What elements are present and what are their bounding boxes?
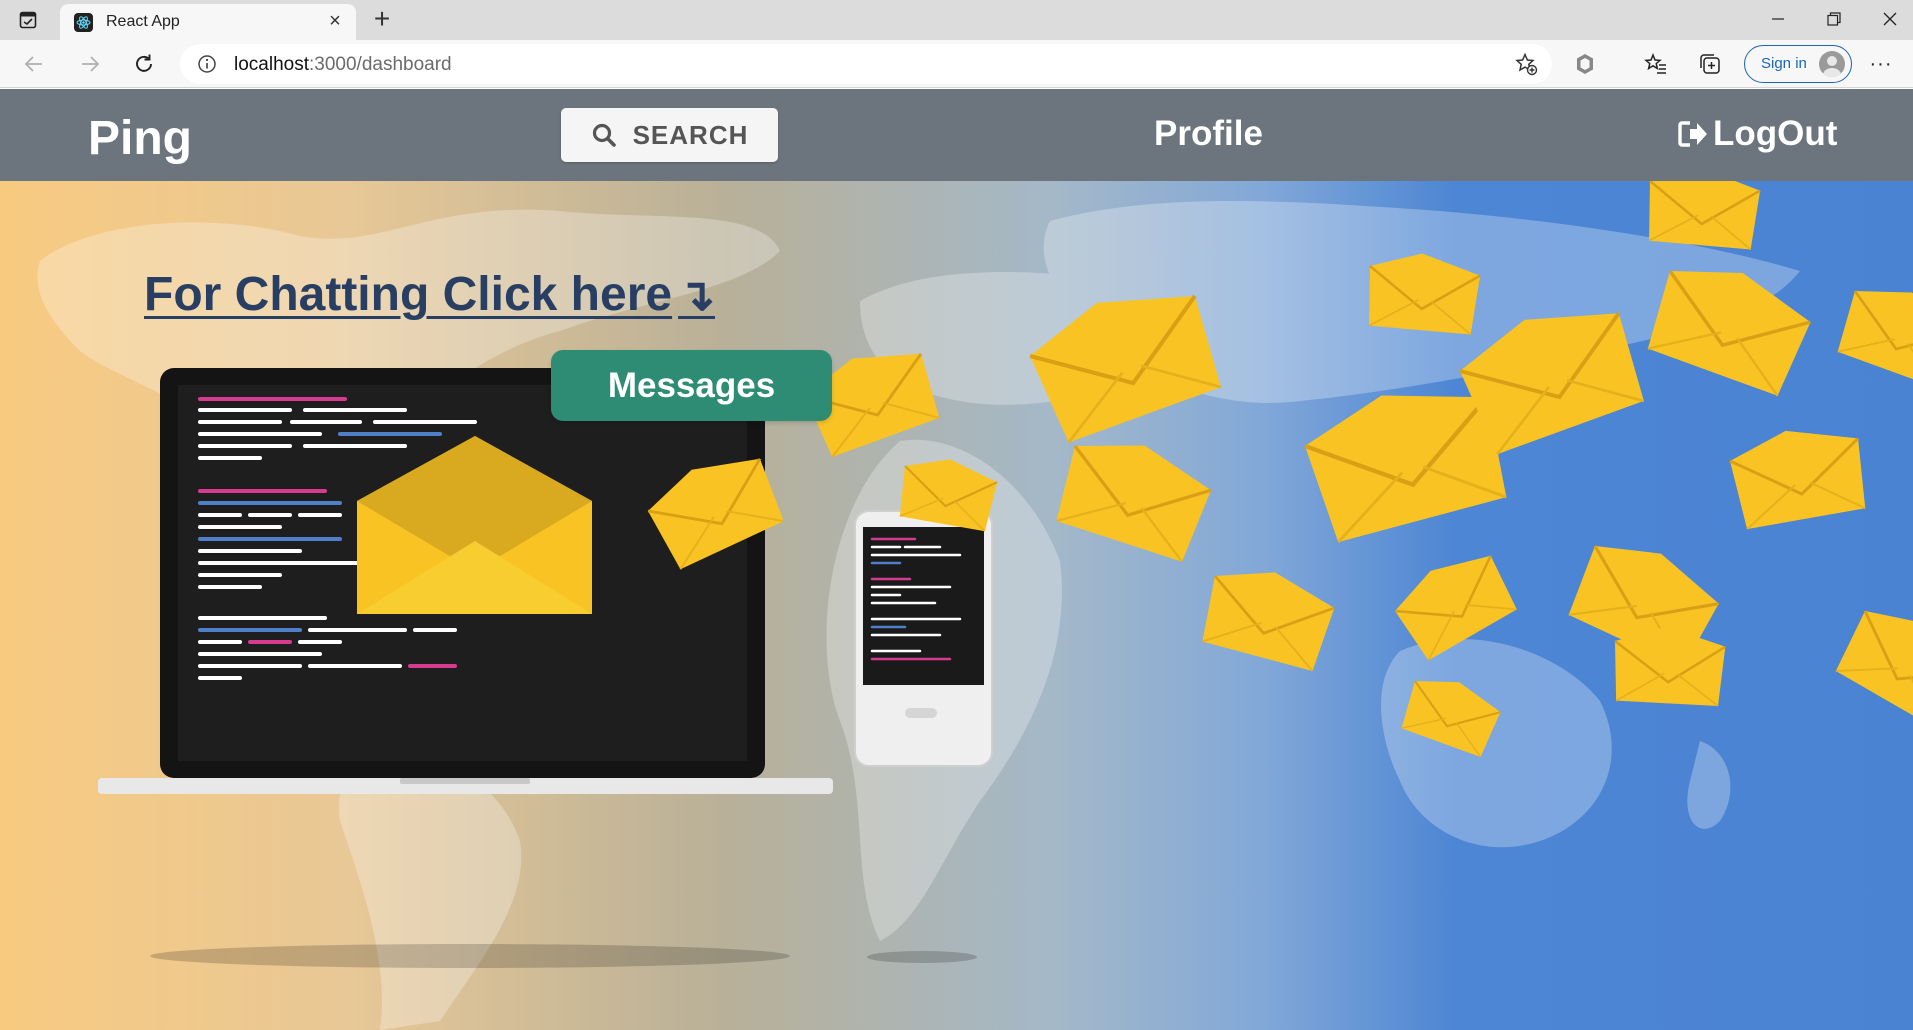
refresh-icon[interactable] (128, 48, 160, 80)
search-icon (592, 123, 616, 147)
browser-tabstrip: React App × + (0, 0, 1913, 40)
arrow-down-icon: ↴ (678, 271, 715, 320)
new-tab-icon[interactable]: + (368, 3, 396, 34)
avatar-icon (1819, 51, 1845, 77)
add-favorite-icon[interactable] (1514, 52, 1538, 76)
messages-button[interactable]: Messages (551, 350, 832, 421)
address-bar[interactable]: localhost:3000/dashboard (180, 44, 1552, 84)
collections-icon[interactable] (1694, 48, 1726, 80)
more-options-icon[interactable]: ··· (1866, 52, 1896, 76)
browser-toolbar: localhost:3000/dashboard Sign in ··· (0, 40, 1913, 88)
react-logo-icon (74, 13, 93, 32)
brand-logo[interactable]: Ping (88, 111, 192, 166)
search-label: SEARCH (632, 119, 749, 150)
url-path: :3000/dashboard (309, 54, 452, 75)
hero-banner: For Chatting Click here ↴ Messages (0, 181, 1913, 1030)
tab-close-icon[interactable]: × (324, 10, 346, 32)
search-button[interactable]: SEARCH (561, 108, 778, 162)
tab-title: React App (106, 13, 180, 30)
logout-label: LogOut (1713, 114, 1838, 153)
chat-cta-link[interactable]: For Chatting Click here ↴ (144, 267, 715, 322)
favorites-icon[interactable] (1640, 48, 1672, 80)
url-text: localhost:3000/dashboard (234, 54, 452, 76)
logout-link[interactable]: LogOut (1677, 114, 1837, 154)
chat-cta-text: For Chatting Click here (144, 268, 673, 321)
minimize-icon[interactable] (1750, 0, 1806, 38)
url-host: localhost (234, 54, 309, 75)
profile-link[interactable]: Profile (1154, 114, 1263, 154)
sign-in-button[interactable]: Sign in (1744, 45, 1852, 83)
back-icon[interactable] (18, 48, 50, 80)
browser-tab-active[interactable]: React App × (60, 4, 356, 40)
site-info-icon[interactable] (196, 53, 218, 75)
tab-actions-icon[interactable] (16, 8, 40, 32)
messages-label: Messages (607, 365, 776, 405)
restore-icon[interactable] (1806, 0, 1862, 38)
logout-icon (1678, 121, 1707, 147)
extension-icon[interactable] (1569, 48, 1601, 80)
close-window-icon[interactable] (1862, 0, 1913, 38)
app-navbar: Ping SEARCH Profile LogOut (0, 89, 1913, 181)
forward-icon[interactable] (74, 48, 106, 80)
sign-in-label: Sign in (1761, 55, 1807, 72)
